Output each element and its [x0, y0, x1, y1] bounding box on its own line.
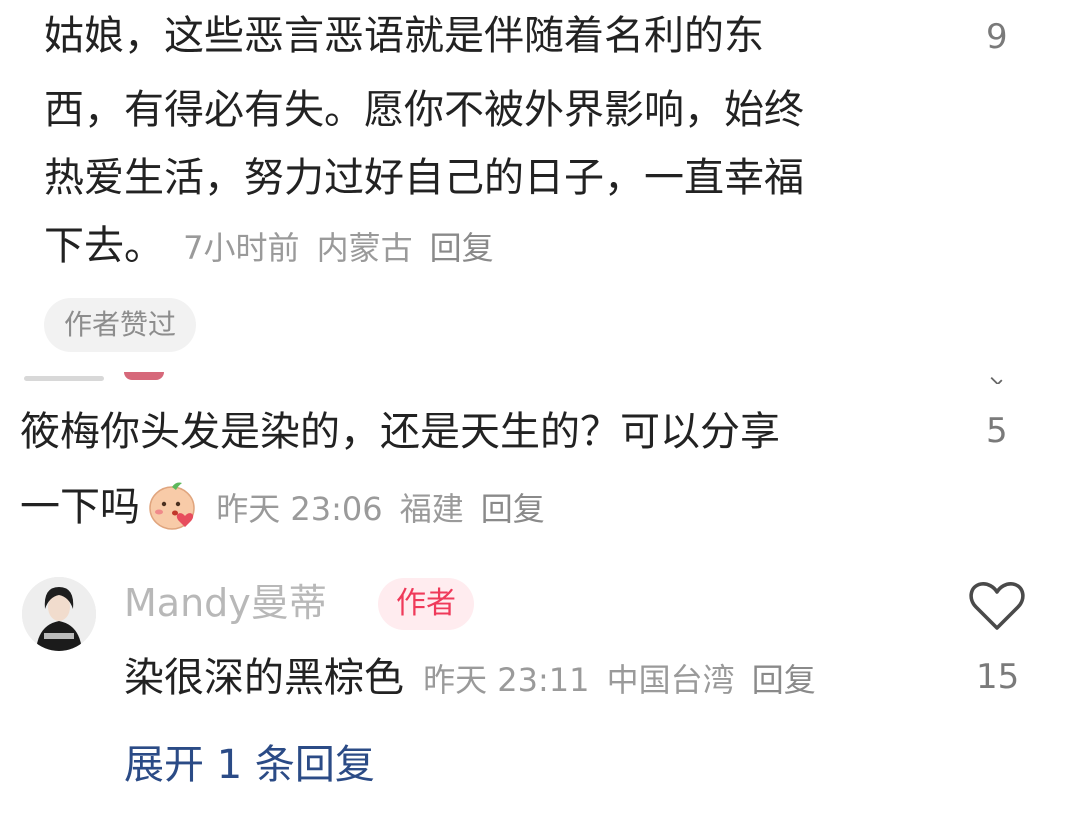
like-count[interactable]: 5 — [986, 414, 1008, 448]
kiss-blush-emoji — [149, 482, 195, 530]
like-count[interactable]: 9 — [986, 20, 1008, 54]
reply-location: 中国台湾 — [606, 661, 735, 699]
comment-text-line: 西，有得必有失。愿你不被外界影响，始终 — [44, 87, 804, 133]
comment-last-line: 下去。 7小时前 内蒙古 回复 — [44, 226, 494, 266]
comment-location: 福建 — [399, 490, 464, 528]
comment-time: 7小时前 — [183, 229, 300, 267]
comment-location: 内蒙古 — [316, 229, 413, 267]
comment-time: 昨天 23:06 — [216, 490, 383, 528]
like-count[interactable]: 15 — [976, 660, 1019, 694]
reply-text: 染很深的黑棕色 — [124, 655, 404, 701]
clipped-row-remnant — [0, 372, 1080, 384]
reply-button[interactable]: 回复 — [752, 661, 816, 699]
reply-body: 染很深的黑棕色 昨天 23:11 中国台湾 回复 — [124, 658, 816, 698]
reply-button[interactable]: 回复 — [430, 229, 494, 267]
reply-time: 昨天 23:11 — [423, 661, 590, 699]
comment-text-line: 热爱生活，努力过好自己的日子，一直幸福 — [44, 155, 804, 201]
comment-text-line: 姑娘，这些恶言恶语就是伴随着名利的东 — [44, 13, 764, 59]
reply-button[interactable]: 回复 — [481, 490, 545, 528]
comment-text-line: 一下吗 — [20, 484, 140, 530]
avatar[interactable] — [22, 577, 96, 651]
author-liked-badge: 作者赞过 — [44, 298, 197, 352]
author-badge: 作者 — [378, 578, 474, 630]
comment-text-line: 筱梅你头发是染的，还是天生的？可以分享 — [20, 409, 780, 455]
heart-outline-icon[interactable] — [968, 580, 1026, 632]
comment-text-line: 下去。 — [44, 223, 164, 269]
expand-replies-link[interactable]: 展开 1 条回复 — [124, 745, 375, 785]
comment-last-line: 一下吗 昨天 23:06 福建 回复 — [20, 478, 545, 532]
avatar-image — [22, 577, 96, 651]
author-name[interactable]: Mandy曼蒂 — [124, 584, 327, 622]
